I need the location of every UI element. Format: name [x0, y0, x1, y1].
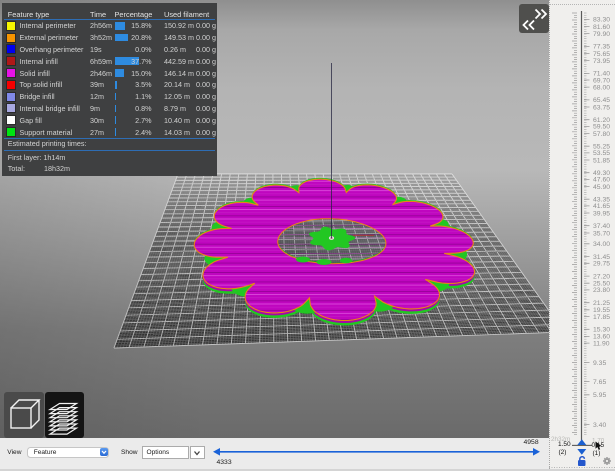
svg-text:59.50: 59.50	[593, 124, 610, 131]
svg-text:(2): (2)	[559, 449, 567, 456]
svg-text:68.00: 68.00	[593, 84, 610, 91]
svg-text:15.30: 15.30	[593, 327, 610, 334]
svg-text:45.90: 45.90	[593, 184, 610, 191]
svg-text:65.45: 65.45	[593, 97, 610, 104]
svg-text:27.20: 27.20	[593, 273, 610, 280]
svg-text:51.85: 51.85	[593, 157, 610, 164]
svg-text:5.95: 5.95	[593, 392, 606, 399]
svg-text:11.90: 11.90	[593, 340, 610, 347]
svg-text:73.95: 73.95	[593, 58, 610, 65]
svg-text:9.35: 9.35	[593, 360, 606, 367]
svg-text:23.80: 23.80	[593, 287, 610, 294]
svg-text:83.30: 83.30	[593, 17, 610, 24]
svg-text:79.90: 79.90	[593, 31, 610, 38]
svg-text:81.60: 81.60	[593, 24, 610, 31]
svg-text:34.00: 34.00	[593, 241, 610, 248]
svg-text:41.65: 41.65	[593, 203, 610, 210]
svg-text:57.80: 57.80	[593, 131, 610, 138]
svg-text:21.25: 21.25	[593, 300, 610, 307]
svg-text:75.65: 75.65	[593, 51, 610, 58]
svg-text:29.75: 29.75	[593, 261, 610, 268]
svg-text:37.40: 37.40	[593, 223, 610, 230]
svg-text:35.70: 35.70	[593, 230, 610, 237]
svg-text:3.40: 3.40	[593, 422, 606, 429]
svg-text:7.65: 7.65	[593, 379, 606, 386]
svg-text:17.85: 17.85	[593, 314, 610, 321]
svg-text:(1): (1)	[593, 450, 601, 457]
svg-text:47.60: 47.60	[593, 177, 610, 184]
svg-text:77.35: 77.35	[593, 44, 610, 51]
svg-text:69.70: 69.70	[593, 77, 610, 84]
svg-text:39.95: 39.95	[593, 210, 610, 217]
svg-text:63.75: 63.75	[593, 104, 610, 111]
svg-text:53.55: 53.55	[593, 150, 610, 157]
svg-text:1.50: 1.50	[558, 441, 571, 448]
